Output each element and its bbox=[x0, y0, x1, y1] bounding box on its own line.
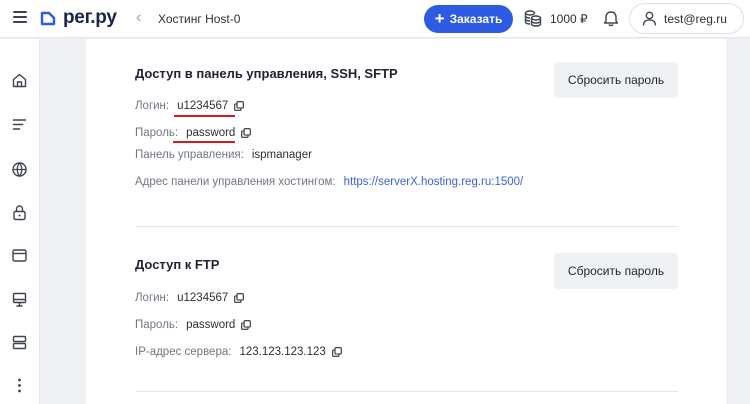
ftp-ip-label: IP-адрес сервера: bbox=[135, 346, 232, 358]
login-value: u1234567 bbox=[177, 100, 229, 112]
reset-password-button[interactable]: Сбросить пароль bbox=[554, 62, 678, 98]
ftp-password-label: Пароль: bbox=[135, 319, 179, 331]
logo[interactable]: рег.ру bbox=[40, 7, 117, 29]
login-highlight-underline bbox=[174, 115, 235, 117]
user-menu[interactable]: test@reg.ru bbox=[629, 3, 744, 34]
top-header: рег.ру ‹ Хостинг Host-0 + Заказать 1000 … bbox=[0, 0, 750, 38]
user-icon bbox=[642, 11, 657, 26]
password-row: Пароль: password bbox=[135, 127, 252, 139]
ftp-login-label: Логин: bbox=[135, 292, 170, 304]
ftp-ip-row: IP-адрес сервера: 123.123.123.123 bbox=[135, 346, 342, 358]
copy-icon[interactable] bbox=[234, 101, 245, 111]
copy-icon[interactable] bbox=[241, 128, 252, 138]
order-button[interactable]: + Заказать bbox=[424, 5, 513, 33]
copy-icon[interactable] bbox=[234, 293, 245, 303]
password-label: Пароль: bbox=[135, 127, 179, 139]
password-highlight-underline bbox=[173, 141, 235, 143]
section-title-ftp-access: Доступ к FTP bbox=[135, 257, 220, 272]
bell-icon[interactable] bbox=[603, 9, 619, 27]
panel-address-row: Адрес панели управления хостингом: https… bbox=[135, 176, 523, 188]
sidebar bbox=[0, 39, 40, 404]
monitor-icon[interactable] bbox=[11, 291, 28, 308]
login-label: Логин: bbox=[135, 100, 170, 112]
panel-label: Панель управления: bbox=[135, 149, 244, 161]
globe-icon[interactable] bbox=[11, 161, 28, 178]
plus-icon: + bbox=[434, 9, 445, 28]
panel-address-link[interactable]: https://serverX.hosting.reg.ru:1500/ bbox=[344, 176, 524, 188]
hosting-access-card: Доступ в панель управления, SSH, SFTP Сб… bbox=[86, 39, 726, 404]
ftp-login-row: Логин: u1234567 bbox=[135, 292, 245, 304]
list-icon[interactable] bbox=[11, 116, 28, 133]
ftp-ip-value: 123.123.123.123 bbox=[239, 346, 326, 358]
copy-icon[interactable] bbox=[331, 347, 342, 357]
logo-icon bbox=[40, 11, 56, 26]
section-title-panel-access: Доступ в панель управления, SSH, SFTP bbox=[135, 66, 398, 81]
chevron-left-icon[interactable]: ‹ bbox=[136, 10, 141, 26]
section-divider bbox=[135, 391, 678, 392]
copy-icon[interactable] bbox=[241, 320, 252, 330]
browser-window-icon[interactable] bbox=[11, 247, 28, 264]
breadcrumb[interactable]: Хостинг Host-0 bbox=[158, 12, 240, 26]
lock-icon[interactable] bbox=[11, 204, 28, 221]
panel-row: Панель управления: ispmanager bbox=[135, 149, 312, 161]
logo-text: рег.ру bbox=[63, 7, 117, 28]
section-divider bbox=[135, 226, 678, 227]
server-icon[interactable] bbox=[11, 334, 28, 351]
more-vertical-icon[interactable] bbox=[11, 377, 28, 394]
ftp-password-row: Пароль: password bbox=[135, 319, 252, 331]
reset-ftp-password-button[interactable]: Сбросить пароль bbox=[554, 253, 678, 289]
login-row: Логин: u1234567 bbox=[135, 100, 245, 112]
menu-icon[interactable] bbox=[13, 11, 27, 23]
password-value: password bbox=[186, 127, 236, 139]
order-button-label: Заказать bbox=[449, 12, 503, 26]
user-email: test@reg.ru bbox=[664, 11, 727, 26]
coins-icon[interactable] bbox=[524, 9, 542, 27]
panel-address-label: Адрес панели управления хостингом: bbox=[135, 176, 336, 188]
panel-value: ispmanager bbox=[251, 149, 312, 161]
ftp-password-value: password bbox=[186, 319, 236, 331]
ftp-login-value: u1234567 bbox=[177, 292, 229, 304]
home-icon[interactable] bbox=[11, 72, 28, 89]
balance[interactable]: 1000 ₽ bbox=[550, 12, 588, 26]
